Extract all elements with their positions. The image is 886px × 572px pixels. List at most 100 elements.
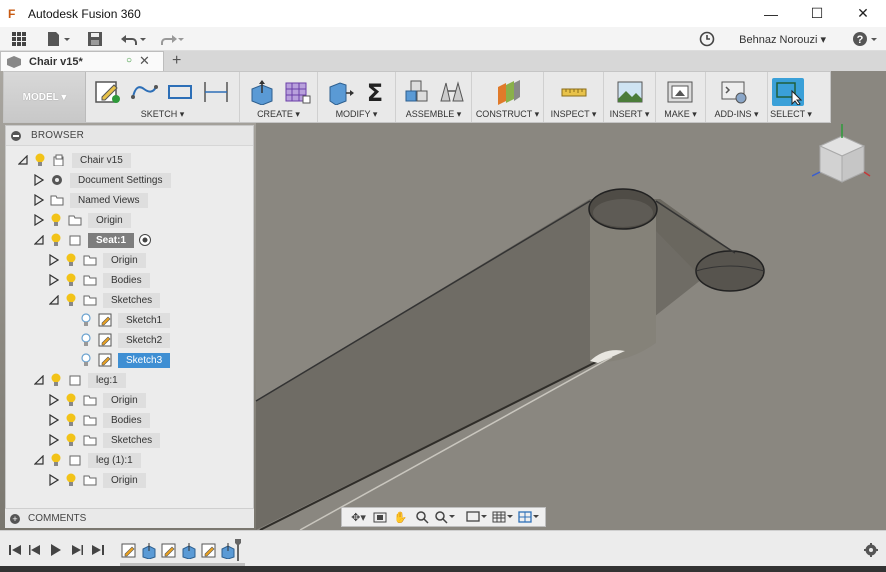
data-panel-grid-icon[interactable] [4,28,34,50]
visibility-bulb-icon[interactable] [65,473,77,487]
tree-node-chair[interactable]: Chair v15 [18,151,131,169]
select-group[interactable]: SELECT ▾ [768,72,814,122]
collapsed-arrow-icon[interactable] [49,434,59,446]
activate-radio-icon[interactable] [138,233,152,247]
viewports-icon[interactable] [516,509,542,525]
collapsed-arrow-icon[interactable] [34,194,44,206]
visibility-bulb-icon[interactable] [50,373,62,387]
expanded-arrow-icon[interactable] [34,374,44,386]
maximize-button[interactable]: ☐ [794,0,840,27]
browser-header[interactable]: BROWSER [6,126,253,146]
help-icon[interactable]: ? [850,28,880,50]
collapsed-arrow-icon[interactable] [49,254,59,266]
collapsed-arrow-icon[interactable] [34,214,44,226]
tree-node-seat-origin[interactable]: Origin [49,251,146,269]
visibility-bulb-icon[interactable] [65,393,77,407]
hidden-bulb-icon[interactable] [80,333,92,347]
expanded-arrow-icon[interactable] [34,454,44,466]
grid-settings-icon[interactable] [490,509,516,525]
collapsed-arrow-icon[interactable] [34,174,44,186]
timeline-sketch-icon[interactable] [201,543,217,559]
construct-group[interactable]: CONSTRUCT ▾ [472,72,544,122]
timeline-extrude-icon[interactable] [181,543,197,559]
tree-node-leg2-component[interactable]: leg (1):1 [34,451,141,469]
comments-panel[interactable]: + COMMENTS [5,508,254,528]
collapsed-arrow-icon[interactable] [49,474,59,486]
offset-plane-icon[interactable] [492,78,524,106]
tree-node-leg1-bodies[interactable]: Bodies [49,411,150,429]
pan-hand-icon[interactable]: ✋ [390,509,411,525]
step-forward-icon[interactable] [70,543,84,557]
inspect-group[interactable]: INSPECT ▾ [544,72,604,122]
print-3d-icon[interactable] [664,78,696,106]
tree-node-leg1-origin[interactable]: Origin [49,391,146,409]
visibility-bulb-icon[interactable] [50,213,62,227]
viewcube[interactable] [812,124,872,184]
collapsed-arrow-icon[interactable] [49,274,59,286]
collapsed-arrow-icon[interactable] [49,394,59,406]
joint-icon[interactable] [437,78,468,106]
expanded-arrow-icon[interactable] [18,154,28,166]
timeline-sketch-icon[interactable] [121,543,137,559]
fit-zoom-icon[interactable] [432,509,458,525]
create-sketch-icon[interactable] [92,78,124,106]
timeline-extrude-icon[interactable] [220,543,236,559]
save-icon[interactable] [84,28,106,50]
visibility-bulb-icon[interactable] [65,273,77,287]
select-icon[interactable] [772,78,804,106]
tree-node-seat-sketches[interactable]: Sketches [49,291,161,309]
extrude-icon[interactable] [246,78,278,106]
tree-node-sketch2[interactable]: Sketch2 [80,331,171,349]
visibility-bulb-icon[interactable] [65,253,77,267]
redo-icon[interactable] [156,28,186,50]
timeline-sketch-icon[interactable] [161,543,177,559]
add-comment-icon[interactable]: + [10,513,20,524]
visibility-bulb-icon[interactable] [34,153,46,167]
close-tab-icon[interactable]: ✕ [139,53,150,69]
insert-image-icon[interactable] [614,78,646,106]
expanded-arrow-icon[interactable] [34,234,44,246]
timeline-marker-handle[interactable] [235,539,241,561]
visibility-bulb-icon[interactable] [50,233,62,247]
tree-node-origin[interactable]: Origin [34,211,131,229]
undo-icon[interactable] [118,28,148,50]
close-button[interactable]: ✕ [840,0,886,27]
minimize-button[interactable]: — [748,0,794,27]
job-status-clock-icon[interactable] [697,28,717,50]
user-account-menu[interactable]: Behnaz Norouzi ▾ [739,33,826,46]
go-to-end-icon[interactable] [91,543,105,557]
tree-node-named-views[interactable]: Named Views [34,191,148,209]
new-tab-button[interactable]: + [172,52,181,70]
dimension-icon[interactable] [200,78,232,106]
tree-node-leg2-origin[interactable]: Origin [49,471,146,489]
tree-node-sketch1[interactable]: Sketch1 [80,311,171,329]
visibility-bulb-icon[interactable] [50,453,62,467]
hidden-bulb-icon[interactable] [80,313,92,327]
go-to-start-icon[interactable] [8,543,22,557]
addins-group[interactable]: ADD-INS ▾ [706,72,768,122]
tree-node-leg1-component[interactable]: leg:1 [34,371,126,389]
timeline-extrude-icon[interactable] [141,543,157,559]
tree-node-seat-bodies[interactable]: Bodies [49,271,150,289]
modify-group[interactable]: Σ MODIFY ▾ [318,72,396,122]
visibility-bulb-icon[interactable] [65,293,77,307]
insert-group[interactable]: INSERT ▾ [604,72,656,122]
hidden-bulb-icon[interactable] [80,353,92,367]
visibility-bulb-icon[interactable] [65,413,77,427]
press-pull-icon[interactable] [324,78,356,106]
play-icon[interactable] [49,543,63,557]
zoom-icon[interactable] [411,509,432,525]
new-component-icon[interactable] [402,78,433,106]
tree-node-document-settings[interactable]: Document Settings [34,171,171,189]
timeline-settings-gear-icon[interactable] [864,543,878,557]
document-tab[interactable]: Chair v15* ○ ✕ [0,51,164,71]
visibility-bulb-icon[interactable] [65,433,77,447]
tree-node-leg1-sketches[interactable]: Sketches [49,431,161,449]
create-group[interactable]: CREATE ▾ [240,72,318,122]
collapse-browser-icon[interactable] [11,130,21,141]
sculpt-form-icon[interactable] [282,78,314,106]
workspace-switcher[interactable]: MODEL ▾ [4,72,86,122]
sigma-icon[interactable]: Σ [360,78,392,106]
measure-icon[interactable] [558,78,590,106]
rectangle-icon[interactable] [164,78,196,106]
